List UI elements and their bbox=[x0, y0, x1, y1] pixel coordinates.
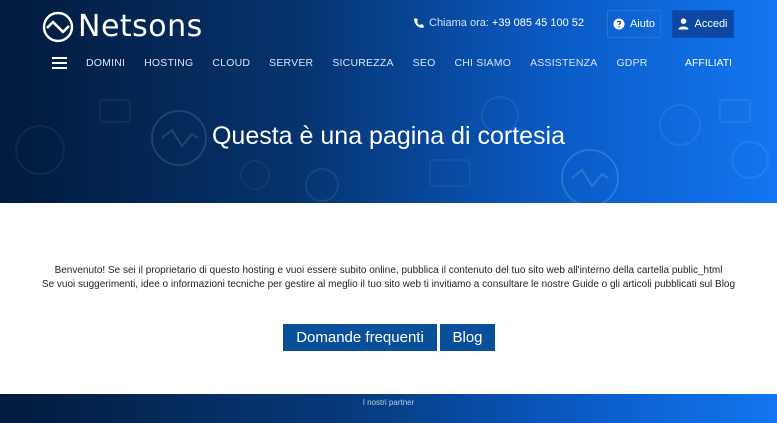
login-button[interactable]: Accedi bbox=[672, 10, 734, 38]
nav-item-sicurezza[interactable]: SICUREZZA bbox=[332, 57, 393, 69]
nav-item-gdpr[interactable]: GDPR bbox=[616, 57, 647, 69]
help-button[interactable]: Aiuto bbox=[607, 10, 661, 38]
question-circle-icon bbox=[613, 18, 625, 30]
netsons-logo-icon bbox=[42, 11, 74, 42]
welcome-message: Benvenuto! Se sei il proprietario di que… bbox=[0, 264, 777, 292]
nav-item-affiliati[interactable]: AFFILIATI bbox=[685, 57, 732, 69]
brand-name: Netsons bbox=[78, 9, 203, 44]
nav-item-chi-siamo[interactable]: CHI SIAMO bbox=[454, 57, 511, 69]
faq-button[interactable]: Domande frequenti bbox=[283, 324, 437, 351]
action-buttons: Domande frequenti Blog bbox=[283, 324, 495, 351]
nav-item-seo[interactable]: SEO bbox=[413, 57, 436, 69]
nav-items: DOMINI HOSTING CLOUD SERVER SICUREZZA SE… bbox=[86, 57, 667, 69]
nav-item-hosting[interactable]: HOSTING bbox=[144, 57, 193, 69]
login-label: Accedi bbox=[694, 18, 728, 30]
nav-item-domini[interactable]: DOMINI bbox=[86, 57, 125, 69]
nav-item-cloud[interactable]: CLOUD bbox=[212, 57, 250, 69]
welcome-line-1: Benvenuto! Se sei il proprietario di que… bbox=[54, 265, 723, 276]
phone-contact[interactable]: Chiama ora: +39 085 45 100 52 bbox=[413, 17, 584, 29]
phone-label: Chiama ora: bbox=[429, 17, 489, 29]
main-navigation: DOMINI HOSTING CLOUD SERVER SICUREZZA SE… bbox=[0, 52, 777, 74]
hero-title: Questa è una pagina di cortesia bbox=[211, 122, 565, 150]
nav-item-server[interactable]: SERVER bbox=[269, 57, 313, 69]
user-icon bbox=[678, 18, 689, 30]
phone-icon bbox=[413, 17, 425, 29]
blog-button[interactable]: Blog bbox=[440, 324, 495, 351]
menu-icon[interactable] bbox=[52, 57, 67, 69]
footer: I nostri partner bbox=[0, 394, 777, 423]
partners-label: I nostri partner bbox=[362, 398, 415, 407]
help-label: Aiuto bbox=[629, 18, 656, 30]
hero-banner: Netsons Chiama ora: +39 085 45 100 52 Ai… bbox=[0, 0, 777, 203]
welcome-line-2: Se vuoi suggerimenti, idee o informazion… bbox=[41, 279, 736, 290]
phone-number: +39 085 45 100 52 bbox=[491, 17, 584, 29]
nav-item-assistenza[interactable]: ASSISTENZA bbox=[530, 57, 597, 69]
brand-logo[interactable]: Netsons bbox=[42, 9, 203, 44]
